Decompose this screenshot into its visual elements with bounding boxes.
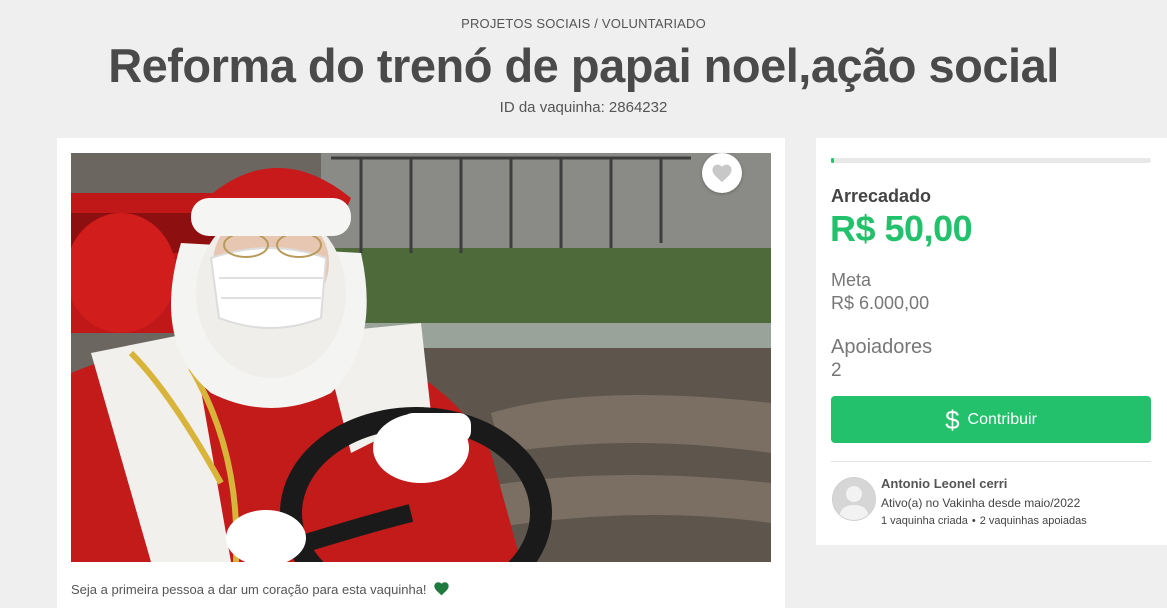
author-avatar[interactable] [832, 477, 876, 521]
raised-amount: R$ 50,00 [830, 208, 973, 249]
campaign-main-card: Seja a primeira pessoa a dar um coração … [57, 138, 785, 608]
author-campaigns-supported: 2 vaquinhas apoiadas [979, 515, 1087, 527]
favorite-heart-button[interactable] [702, 153, 742, 193]
campaign-title: Reforma do trenó de papai noel,ação soci… [108, 39, 1059, 92]
funding-progress-fill [831, 158, 834, 163]
divider [831, 461, 1151, 462]
contribute-button[interactable]: $ Contribuir [831, 396, 1151, 443]
donation-summary-card: Arrecadado R$ 50,00 Meta R$ 6.000,00 Apo… [816, 138, 1167, 545]
funding-progress-bar [831, 158, 1151, 163]
stats-separator: • [971, 515, 976, 527]
goal-label: Meta [831, 270, 872, 290]
author-since: Ativo(a) no Vakinha desde maio/2022 [881, 496, 1081, 510]
heart-icon [711, 163, 733, 183]
default-avatar-icon [833, 478, 875, 520]
author-stats: 1 vaquinha criada • 2 vaquinhas apoiadas [881, 515, 1087, 527]
author-campaigns-created: 1 vaquinha criada [881, 515, 968, 527]
contribute-label: Contribuir [967, 410, 1037, 428]
supporters-label: Apoiadores [831, 336, 933, 358]
campaign-category[interactable]: PROJETOS SOCIAIS / VOLUNTARIADO [0, 16, 1167, 31]
green-heart-icon[interactable] [433, 581, 450, 599]
campaign-photo [71, 153, 771, 562]
goal-amount: R$ 6.000,00 [831, 293, 930, 313]
supporters-count: 2 [831, 360, 842, 381]
dollar-icon: $ [945, 404, 960, 435]
campaign-id: ID da vaquinha: 2864232 [499, 99, 668, 116]
raised-label: Arrecadado [831, 186, 932, 206]
first-heart-message: Seja a primeira pessoa a dar um coração … [71, 581, 450, 599]
author-name[interactable]: Antonio Leonel cerri [881, 476, 1007, 491]
